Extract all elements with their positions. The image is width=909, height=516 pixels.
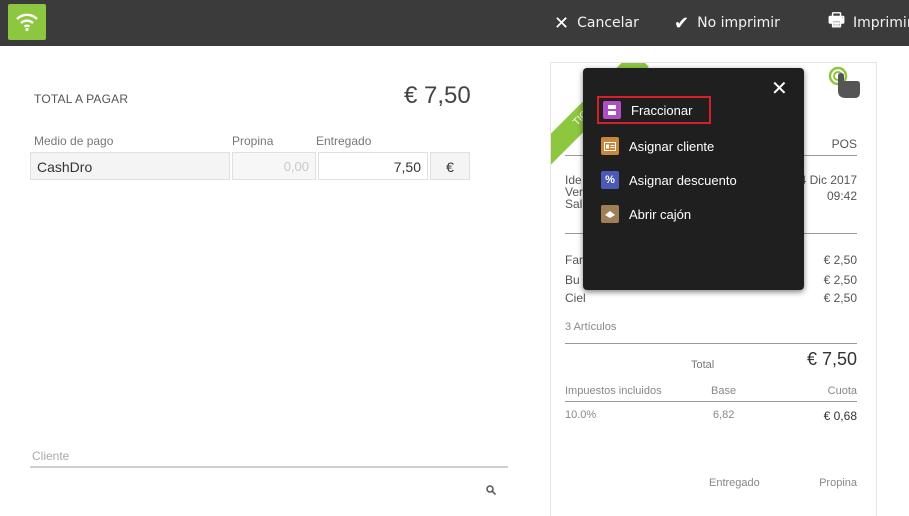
assign-client-label: Asignar cliente — [629, 138, 715, 154]
ticket-item-price: € 2,50 — [823, 291, 857, 305]
client-field-label: Cliente — [32, 449, 70, 463]
id-card-icon — [601, 137, 619, 155]
ticket-items-count: 3 Artículos — [565, 321, 617, 333]
ticket-tip-header: Propina — [819, 477, 857, 489]
check-icon: ✔ — [674, 12, 690, 34]
tip-field[interactable]: 0,00 — [232, 152, 316, 180]
ticket-pos-label: POS — [831, 137, 857, 151]
top-bar: ✕ Cancelar ✔ No imprimir 🖶 Imprimir — [0, 0, 909, 46]
payment-method-header: Medio de pago — [34, 134, 114, 148]
payment-method-field[interactable]: CashDro — [30, 152, 230, 180]
ticket-tax-quota: € 0,68 — [823, 409, 857, 423]
ticket-quota-header: Cuota — [827, 385, 857, 397]
ticket-tax-rate: 10.0% — [565, 409, 597, 421]
close-icon[interactable]: ✕ — [771, 76, 788, 100]
percent-icon: % — [601, 171, 619, 189]
ticket-header-line: Sal — [565, 197, 583, 211]
client-input[interactable] — [30, 466, 508, 468]
ticket-total-value: € 7,50 — [806, 349, 857, 369]
assign-discount-menu-item[interactable]: % Asignar descuento — [597, 166, 795, 194]
no-print-button[interactable]: ✔ No imprimir — [674, 0, 780, 46]
tip-header: Propina — [232, 134, 274, 148]
ticket-item-name: Far — [565, 253, 583, 267]
total-label: TOTAL A PAGAR — [34, 92, 129, 106]
assign-client-menu-item[interactable]: Asignar cliente — [597, 132, 795, 160]
ticket-tax-header: Impuestos incluidos — [565, 385, 662, 397]
print-button[interactable]: 🖶 Imprimir — [828, 0, 909, 46]
ticket-divider — [565, 343, 857, 344]
printer-icon: 🖶 — [828, 10, 845, 31]
currency-button[interactable]: € — [430, 152, 470, 180]
wifi-icon[interactable] — [8, 4, 46, 40]
split-menu-item[interactable]: Fraccionar — [597, 96, 711, 124]
total-value: € 7,50 — [404, 82, 471, 109]
split-icon — [603, 101, 621, 119]
split-label: Fraccionar — [631, 102, 693, 118]
ticket-total-label: Total — [691, 359, 715, 371]
close-icon: ✕ — [554, 12, 570, 34]
print-label: Imprimir — [853, 15, 909, 31]
ticket-base-header: Base — [711, 385, 737, 397]
open-drawer-menu-item[interactable]: Abrir cajón — [597, 200, 795, 228]
no-print-label: No imprimir — [697, 15, 780, 31]
cancel-label: Cancelar — [577, 15, 639, 31]
ticket-item-name: Bu — [565, 273, 580, 287]
given-header: Entregado — [316, 134, 372, 148]
ticket-item-name: Ciel — [565, 291, 586, 305]
given-field[interactable]: 7,50 — [318, 152, 428, 180]
ticket-divider — [565, 401, 857, 402]
actions-popup: ✕ Fraccionar Asignar cliente % Asignar d… — [583, 68, 804, 290]
touch-hand-icon[interactable] — [827, 65, 863, 101]
assign-discount-label: Asignar descuento — [629, 172, 737, 188]
ticket-given-header: Entregado — [709, 477, 760, 489]
cancel-button[interactable]: ✕ Cancelar — [554, 0, 639, 46]
drawer-icon — [601, 205, 619, 223]
search-icon[interactable] — [486, 484, 497, 498]
ticket-tax-base: 6,82 — [713, 409, 735, 421]
open-drawer-label: Abrir cajón — [629, 206, 692, 222]
